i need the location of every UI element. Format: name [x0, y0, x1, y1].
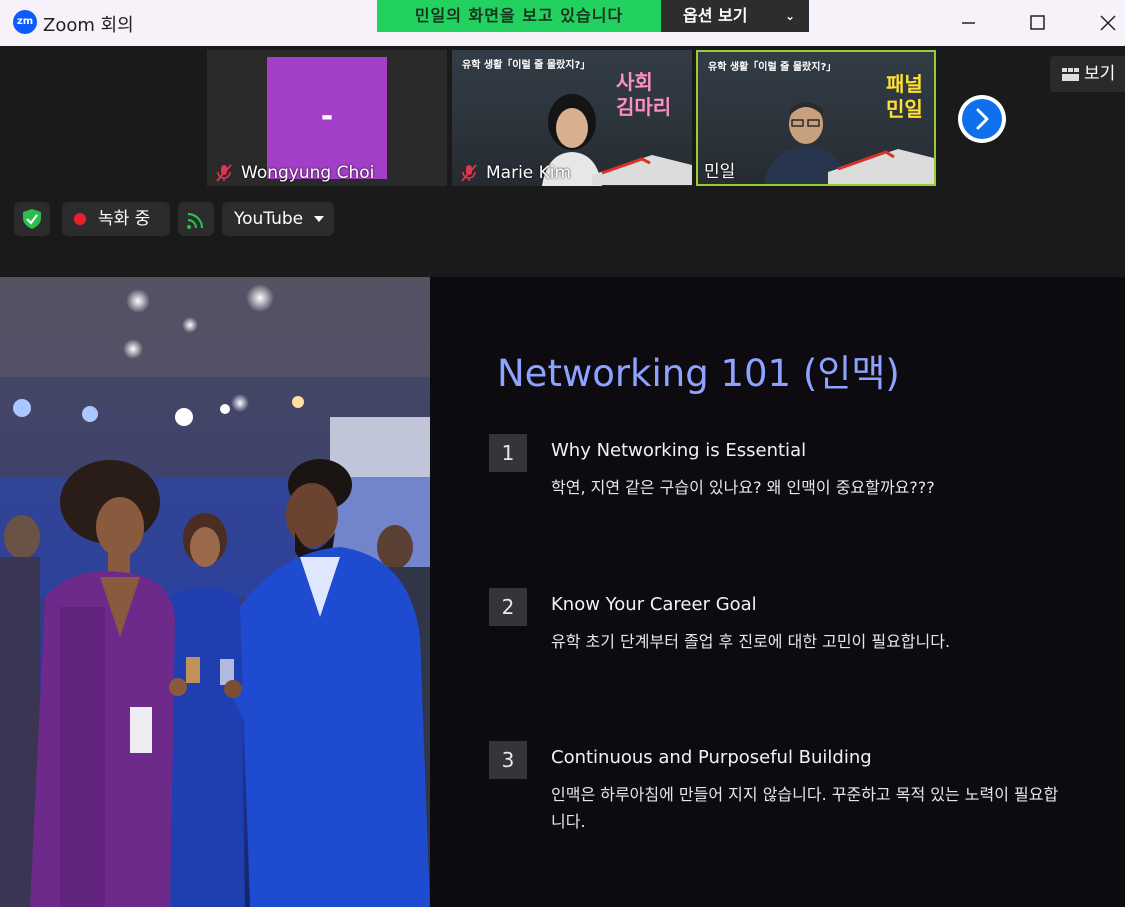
screen-share-banner: 민일의 화면을 보고 있습니다 — [377, 0, 661, 32]
participant-tile[interactable]: - Wongyung Choi — [207, 50, 447, 186]
item-title: Know Your Career Goal — [551, 594, 757, 615]
chevron-right-icon — [976, 108, 989, 130]
minimize-icon[interactable] — [953, 8, 983, 38]
view-button[interactable]: 보기 — [1050, 56, 1125, 92]
item-title: Why Networking is Essential — [551, 440, 807, 461]
background-title: 유학 생활「이럴 줄 몰랐지?」 — [708, 62, 837, 73]
background-graphic — [828, 149, 934, 184]
window-title: Zoom 회의 — [43, 15, 134, 36]
background-graphic — [592, 155, 692, 185]
background-title: 유학 생활「이럴 줄 몰랐지?」 — [462, 60, 591, 71]
avatar: - — [267, 57, 387, 179]
encryption-button[interactable] — [14, 202, 50, 236]
broadcast-icon — [187, 212, 204, 229]
view-options-button[interactable]: 옵션 보기 ⌄ — [661, 0, 809, 32]
view-label: 보기 — [1084, 64, 1116, 84]
background-tag: 패널 민일 — [886, 72, 923, 121]
caret-down-icon — [314, 216, 324, 222]
stream-destination-label: YouTube — [234, 209, 304, 229]
item-title: Continuous and Purposeful Building — [551, 747, 872, 768]
next-page-button[interactable] — [958, 95, 1006, 143]
live-stream-button[interactable] — [178, 202, 214, 236]
chevron-down-icon: ⌄ — [784, 9, 795, 23]
view-options-label: 옵션 보기 — [683, 6, 748, 25]
participant-tile[interactable]: 유학 생활「이럴 줄 몰랐지?」 사회 김마리 Marie Kim — [452, 50, 692, 186]
meeting-area: - Wongyung Choi 유학 생활「이럴 줄 몰랐지?」 사회 김마리 … — [0, 46, 1125, 277]
participant-name: 민일 — [704, 162, 736, 182]
item-number: 2 — [489, 588, 527, 626]
networking-event-photo — [0, 277, 430, 907]
background-tag: 사회 김마리 — [616, 70, 672, 119]
item-description: 학연, 지연 같은 구습이 있나요? 왜 인맥이 중요할까요??? — [551, 478, 935, 497]
maximize-icon[interactable] — [1022, 8, 1052, 38]
item-description: 유학 초기 단계부터 졸업 후 진로에 대한 고민이 필요합니다. — [551, 632, 951, 651]
shield-check-icon — [23, 209, 41, 229]
participant-name: Wongyung Choi — [241, 163, 375, 183]
recording-indicator[interactable]: 녹화 중 — [62, 202, 170, 236]
participant-name: Marie Kim — [486, 163, 572, 183]
stream-destination-dropdown[interactable]: YouTube — [222, 202, 334, 236]
slide-title: Networking 101 (인맥) — [497, 352, 900, 395]
item-number: 3 — [489, 741, 527, 779]
participant-tile-active[interactable]: 유학 생활「이럴 줄 몰랐지?」 패널 민일 민일 — [696, 50, 936, 186]
close-icon[interactable] — [1093, 8, 1123, 38]
recording-label: 녹화 중 — [98, 209, 151, 229]
shared-screen-slide: Networking 101 (인맥) 1 Why Networking is … — [0, 277, 1125, 907]
slide-photo — [0, 277, 430, 907]
item-number: 1 — [489, 434, 527, 472]
avatar-initial: - — [320, 99, 334, 134]
mic-muted-icon — [461, 164, 477, 182]
zoom-logo-icon: zm — [13, 10, 37, 34]
record-dot-icon — [74, 213, 86, 225]
mic-muted-icon — [216, 164, 232, 182]
gallery-view-icon — [1062, 68, 1079, 81]
item-description: 인맥은 하루아침에 만들어 지지 않습니다. 꾸준하고 목적 있는 노력이 필요… — [551, 785, 1059, 831]
